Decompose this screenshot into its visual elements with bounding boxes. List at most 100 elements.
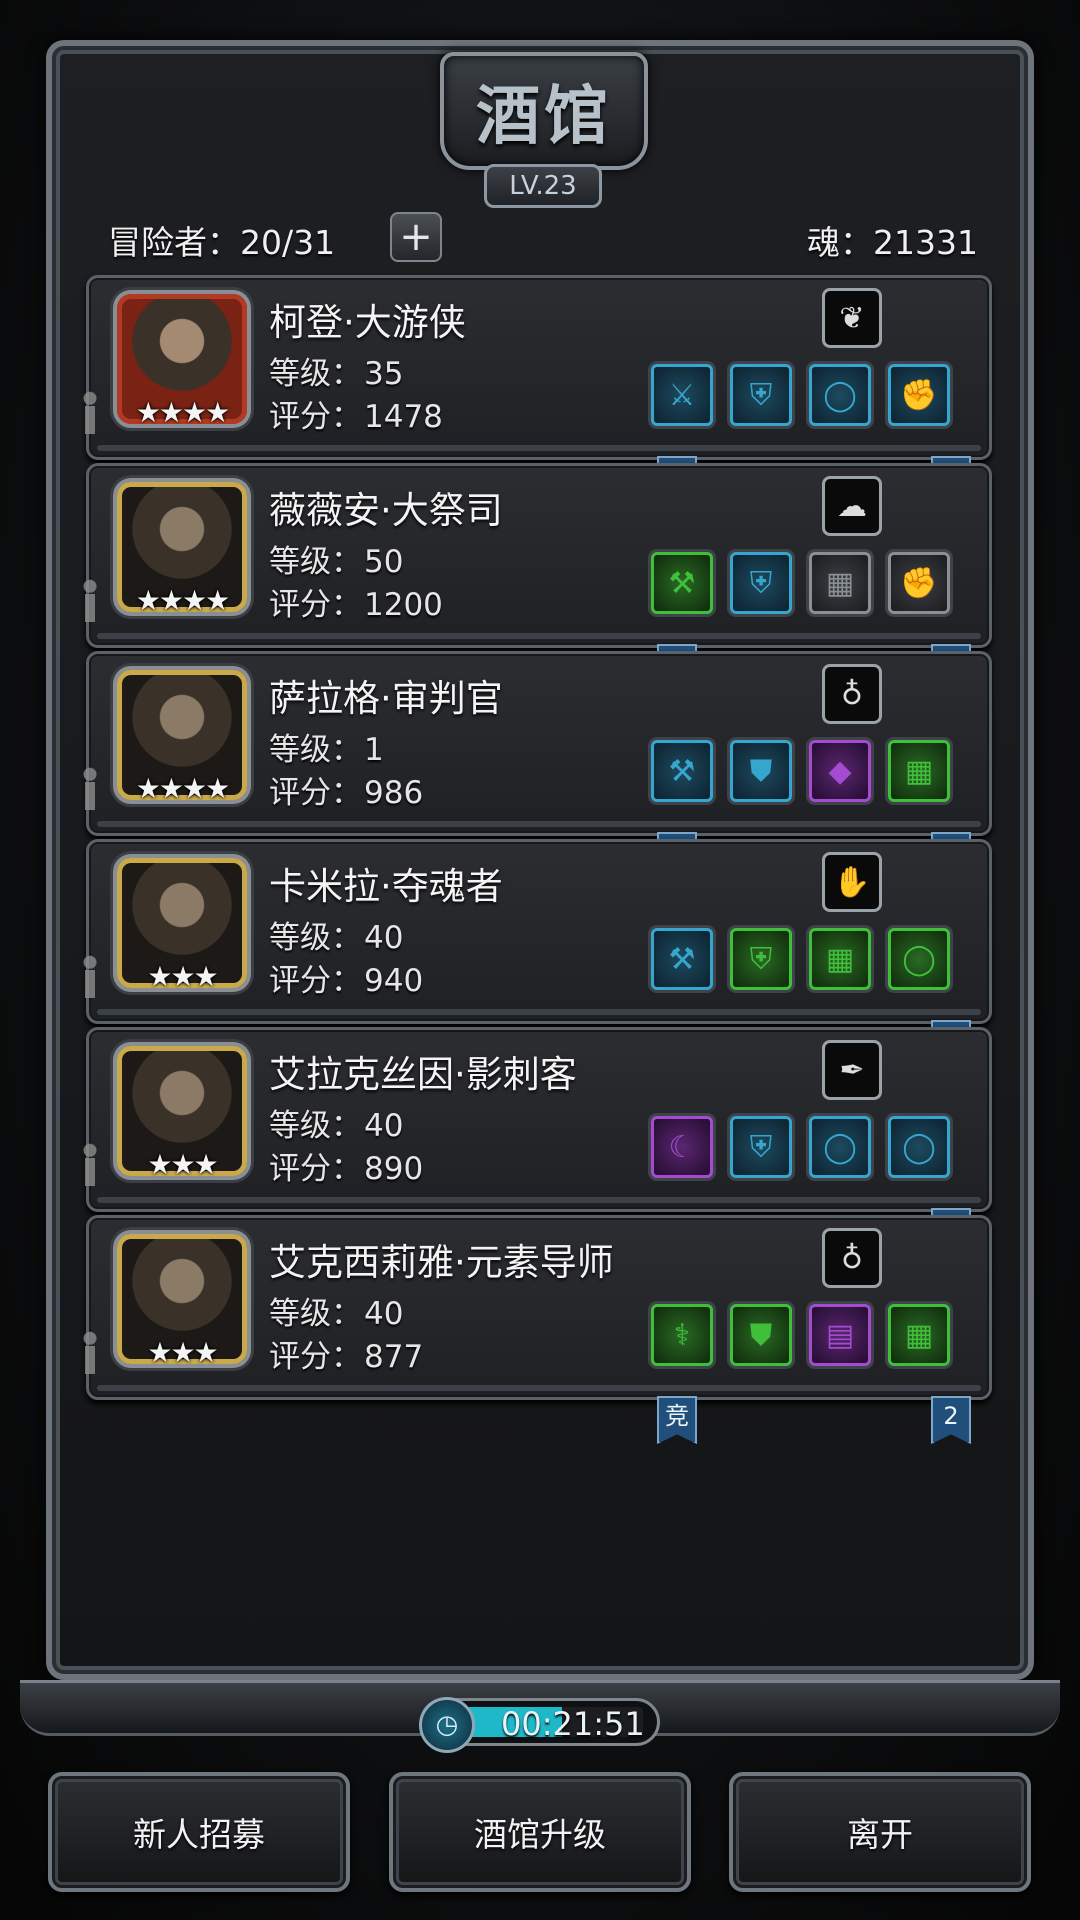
hero-level: 等级：35	[269, 348, 403, 393]
person-silhouette-icon	[79, 766, 101, 812]
adventurer-count: 冒险者：20/31	[108, 223, 336, 262]
hero-card[interactable]: ★★★★薇薇安·大祭司等级：50评分：1200☁⚒⛨▦✊竞2	[79, 463, 992, 692]
score-label: 评分：	[269, 587, 362, 623]
equipment-slot-ring-icon[interactable]: ◯	[809, 1116, 871, 1178]
equipment-slot-plate-armor-icon[interactable]: ⛊	[730, 740, 792, 802]
hero-level: 等级：40	[269, 1288, 403, 1333]
hero-portrait[interactable]: ★★★★	[117, 294, 247, 429]
equipment-slot-plate-armor-icon[interactable]: ⛊	[730, 1304, 792, 1366]
hero-score: 评分：1200	[269, 579, 443, 624]
feather-icon[interactable]: ❦	[822, 288, 882, 348]
hero-card[interactable]: ★★★艾拉克丝因·影刺客等级：40评分：890✒☾⛨◯◯1	[79, 1027, 992, 1256]
hero-portrait[interactable]: ★★★	[117, 1234, 247, 1369]
soul-currency: 魂：21331	[807, 223, 978, 262]
hero-name: 柯登·大游侠	[269, 301, 466, 344]
refresh-timer: ◷ 00:21:51	[419, 1697, 660, 1753]
equipment-slot-gauntlet-icon[interactable]: ✊	[888, 364, 950, 426]
level-label: 等级：	[269, 732, 362, 768]
level-value: 40	[364, 1108, 404, 1144]
leave-button[interactable]: 离开	[729, 1772, 1031, 1892]
level-label: 等级：	[269, 920, 362, 956]
quill-icon[interactable]: ✒	[822, 1040, 882, 1100]
equipment-slot-chest-armor-icon[interactable]: ⛨	[730, 1116, 792, 1178]
hero-card[interactable]: ★★★卡米拉·夺魂者等级：40评分：940✋⚒⛨▦◯2	[79, 839, 992, 1068]
hero-card[interactable]: ★★★★柯登·大游侠等级：35评分：1478❦⚔⛨◯✊竞1	[79, 275, 992, 504]
hero-score: 评分：940	[269, 955, 423, 1000]
necklace-icon[interactable]: ♁	[822, 664, 882, 724]
score-label: 评分：	[269, 963, 362, 999]
equipment-slot-chest-armor-icon[interactable]: ⛨	[730, 552, 792, 614]
score-value: 877	[364, 1339, 424, 1375]
equipment-slot-armguard-icon[interactable]: ▦	[888, 740, 950, 802]
equipment-slot-curved-blade-icon[interactable]: ☾	[651, 1116, 713, 1178]
hero-score: 评分：1478	[269, 391, 443, 436]
equipment-slot-ring-icon[interactable]: ◯	[888, 928, 950, 990]
score-value: 940	[364, 963, 424, 999]
hero-portrait[interactable]: ★★★	[117, 858, 247, 993]
star-rating: ★★★	[147, 1336, 218, 1369]
star-rating: ★★★★	[135, 772, 230, 805]
hero-card[interactable]: ★★★★萨拉格·审判官等级：1评分：986♁⚒⛊◆▦竞1	[79, 651, 992, 880]
star-rating: ★★★★	[135, 584, 230, 617]
equipment-slot-ring-icon[interactable]: ◯	[888, 1116, 950, 1178]
equipment-slot-hammer-icon[interactable]: ⚒	[651, 740, 713, 802]
hero-name: 萨拉格·审判官	[269, 677, 503, 720]
level-label: 等级：	[269, 356, 362, 392]
upgrade-tavern-button[interactable]: 酒馆升级	[389, 1772, 691, 1892]
level-value: 40	[364, 1296, 404, 1332]
plus-icon: +	[399, 214, 433, 260]
hero-name: 艾拉克丝因·影刺客	[269, 1053, 577, 1096]
level-label: 等级：	[269, 544, 362, 580]
equipment-slot-armguard-icon[interactable]: ▦	[809, 552, 871, 614]
score-label: 评分：	[269, 1339, 362, 1375]
level-value: 1	[364, 732, 384, 768]
equipment-slot-gem-icon[interactable]: ◆	[809, 740, 871, 802]
score-value: 1200	[364, 587, 443, 623]
page-title: 酒馆	[476, 79, 612, 154]
claw-icon[interactable]: ✋	[822, 852, 882, 912]
hero-portrait[interactable]: ★★★★	[117, 482, 247, 617]
hero-level: 等级：40	[269, 1100, 403, 1145]
hero-level: 等级：1	[269, 724, 384, 769]
equipment-slot-gauntlet-icon[interactable]: ✊	[888, 552, 950, 614]
score-value: 1478	[364, 399, 443, 435]
person-silhouette-icon	[79, 954, 101, 1000]
score-value: 890	[364, 1151, 424, 1187]
star-rating: ★★★★	[135, 396, 230, 429]
equipment-slot-chest-armor-icon[interactable]: ⛨	[730, 928, 792, 990]
equipment-slot-scroll-icon[interactable]: ▤	[809, 1304, 871, 1366]
necklace-icon[interactable]: ♁	[822, 1228, 882, 1288]
equipment-slot-staff-icon[interactable]: ⚕	[651, 1304, 713, 1366]
score-label: 评分：	[269, 399, 362, 435]
equipment-slot-chest-armor-icon[interactable]: ⛨	[730, 364, 792, 426]
hero-portrait[interactable]: ★★★	[117, 1046, 247, 1181]
equipment-slot-dagger-icon[interactable]: ⚔	[651, 364, 713, 426]
hero-name: 卡米拉·夺魂者	[269, 865, 503, 908]
person-silhouette-icon	[79, 1330, 101, 1376]
hero-score: 评分：890	[269, 1143, 423, 1188]
level-value: 50	[364, 544, 404, 580]
score-label: 评分：	[269, 1151, 362, 1187]
fur-icon[interactable]: ☁	[822, 476, 882, 536]
equipment-slot-armguard-icon[interactable]: ▦	[888, 1304, 950, 1366]
score-label: 评分：	[269, 775, 362, 811]
star-rating: ★★★	[147, 1148, 218, 1181]
level-value: 40	[364, 920, 404, 956]
level-value: 35	[364, 356, 404, 392]
equipment-slot-hammer-icon[interactable]: ⚒	[651, 552, 713, 614]
equipment-slot-axe-icon[interactable]: ⚒	[651, 928, 713, 990]
hero-score: 评分：877	[269, 1331, 423, 1376]
equipment-slot-armguard-icon[interactable]: ▦	[809, 928, 871, 990]
hero-portrait[interactable]: ★★★★	[117, 670, 247, 805]
hero-score: 评分：986	[269, 767, 423, 812]
recruit-button[interactable]: 新人招募	[48, 1772, 350, 1892]
level-label: 等级：	[269, 1296, 362, 1332]
equipment-slot-ring-icon[interactable]: ◯	[809, 364, 871, 426]
level-label: 等级：	[269, 1108, 362, 1144]
hero-card[interactable]: ★★★ 艾克西莉雅·元素导师 等级：40 评分：877 ♁ ⚕ ⛊ ▤ ▦ 竞 2	[79, 1215, 992, 1444]
title-plate: 酒馆	[440, 52, 648, 170]
hero-name: 艾克西莉雅·元素导师	[269, 1241, 614, 1284]
tavern-level-badge: LV.23	[484, 164, 602, 208]
add-capacity-button[interactable]: +	[390, 212, 442, 262]
hero-level: 等级：40	[269, 912, 403, 957]
